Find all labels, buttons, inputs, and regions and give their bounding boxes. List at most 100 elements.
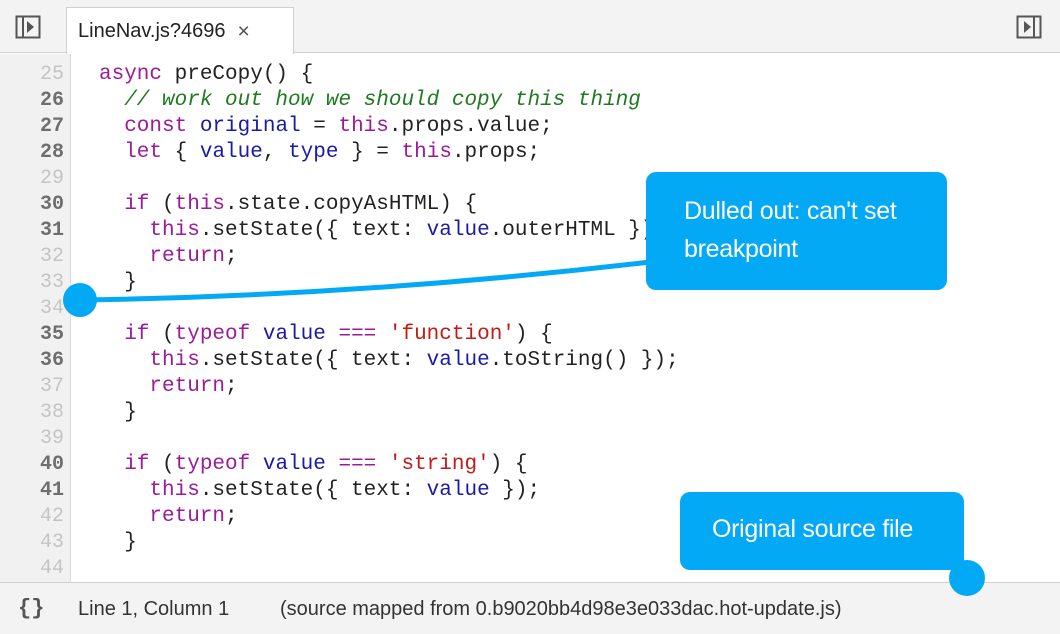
code-token: .outerHTML }); — [489, 219, 667, 242]
line-number[interactable]: 41 — [0, 478, 64, 504]
callout-dulled-line2: breakpoint — [684, 235, 798, 263]
code-line: async preCopy() { — [99, 62, 313, 88]
code-token: return — [99, 505, 226, 528]
line-number[interactable]: 28 — [0, 140, 64, 166]
code-token: return — [99, 375, 226, 398]
line-number[interactable]: 31 — [0, 218, 64, 244]
line-number[interactable]: 25 — [0, 62, 64, 88]
code-line: return; — [99, 504, 238, 530]
close-icon[interactable]: × — [238, 21, 250, 42]
callout-original-source: Original source file — [680, 492, 964, 570]
code-line: } — [99, 400, 137, 426]
code-token: ; — [225, 245, 238, 268]
code-token: ; — [225, 375, 238, 398]
pretty-print-icon[interactable]: {} — [18, 596, 44, 621]
code-token: { — [174, 141, 200, 164]
code-token: .state.copyAsHTML) { — [225, 193, 478, 216]
source-map-info[interactable]: (source mapped from 0.b9020bb4d98e3e033d… — [280, 598, 842, 621]
code-line: this.setState({ text: value }); — [99, 478, 540, 504]
line-number[interactable]: 33 — [0, 270, 64, 296]
code-token: let — [99, 141, 175, 164]
line-number[interactable]: 27 — [0, 114, 64, 140]
code-token: , — [262, 141, 289, 164]
code-token: === — [325, 323, 389, 346]
line-number[interactable]: 32 — [0, 244, 64, 270]
line-number[interactable]: 36 — [0, 348, 64, 374]
code-token: preCopy() { — [162, 63, 314, 86]
code-token: ( — [162, 323, 175, 346]
code-line: } — [99, 530, 137, 556]
tab-linenav[interactable]: LineNav.js?4696 × — [66, 7, 294, 54]
toggle-navigator-icon — [15, 15, 41, 39]
code-token: .toString() }); — [489, 349, 679, 372]
toggle-debugger-button[interactable] — [1014, 13, 1044, 41]
code-token: value — [262, 323, 326, 346]
callout-original-text: Original source file — [712, 515, 914, 543]
code-token: 'string' — [388, 453, 490, 476]
code-token: const — [99, 115, 200, 138]
code-token: } — [99, 271, 137, 294]
code-line: return; — [99, 374, 238, 400]
cursor-position: Line 1, Column 1 — [78, 598, 230, 620]
code-line: return; — [99, 244, 238, 270]
line-number[interactable]: 35 — [0, 322, 64, 348]
code-token: .props.value; — [388, 115, 553, 138]
code-token: this — [401, 141, 452, 164]
code-line: } — [99, 270, 137, 296]
line-number[interactable]: 40 — [0, 452, 64, 478]
code-line: this.setState({ text: value.toString() }… — [99, 348, 679, 374]
code-token: .props; — [451, 141, 541, 164]
code-token: }); — [489, 479, 541, 502]
code-token: } — [99, 531, 137, 554]
code-token: typeof — [174, 453, 263, 476]
code-token: === — [325, 453, 389, 476]
code-token: ( — [162, 193, 175, 216]
code-token: 'function' — [388, 323, 515, 346]
line-number[interactable]: 34 — [0, 296, 64, 322]
line-number[interactable]: 43 — [0, 530, 64, 556]
code-line: if (this.state.copyAsHTML) { — [99, 192, 477, 218]
line-number[interactable]: 29 — [0, 166, 64, 192]
code-token: ) { — [489, 453, 528, 476]
line-number[interactable]: 37 — [0, 374, 64, 400]
editor-tab-bar: LineNav.js?4696 × — [0, 0, 1060, 54]
code-token: } = — [338, 141, 402, 164]
code-token: this — [338, 115, 389, 138]
code-token: type — [288, 141, 339, 164]
code-token: value — [426, 219, 490, 242]
code-line: this.setState({ text: value.outerHTML })… — [99, 218, 666, 244]
line-number[interactable]: 44 — [0, 556, 64, 582]
code-token: this — [99, 219, 200, 242]
code-token: } — [99, 401, 137, 424]
code-token: = — [300, 115, 339, 138]
code-token: .setState({ text: — [199, 219, 427, 242]
code-line: if (typeof value === 'string') { — [99, 452, 528, 478]
code-line: let { value, type } = this.props; — [99, 140, 540, 166]
status-bar: {} Line 1, Column 1 (source mapped from … — [0, 582, 1060, 634]
callout-dulled-line1: Dulled out: can't set — [684, 197, 897, 225]
code-token: if — [99, 453, 163, 476]
code-line: const original = this.props.value; — [99, 114, 553, 140]
tab-label: LineNav.js?4696 — [78, 19, 226, 42]
code-token: this — [99, 349, 200, 372]
code-token: .setState({ text: — [199, 349, 427, 372]
code-token: ; — [225, 505, 238, 528]
code-token: value — [426, 349, 490, 372]
code-token: this — [174, 193, 226, 216]
line-number[interactable]: 42 — [0, 504, 64, 530]
line-number[interactable]: 39 — [0, 426, 64, 452]
code-token: async — [99, 63, 163, 86]
line-number[interactable]: 26 — [0, 88, 64, 114]
toggle-navigator-button[interactable] — [13, 13, 43, 41]
toggle-debugger-icon — [1016, 15, 1042, 39]
code-token: ) { — [514, 323, 553, 346]
line-number[interactable]: 30 — [0, 192, 64, 218]
code-token: if — [99, 323, 163, 346]
code-token: ( — [162, 453, 175, 476]
code-token: typeof — [174, 323, 263, 346]
code-token: this — [99, 479, 200, 502]
code-token: value — [426, 479, 490, 502]
line-number[interactable]: 38 — [0, 400, 64, 426]
code-line: // work out how we should copy this thin… — [99, 88, 641, 114]
callout-dulled-out: Dulled out: can't set breakpoint — [646, 172, 947, 290]
